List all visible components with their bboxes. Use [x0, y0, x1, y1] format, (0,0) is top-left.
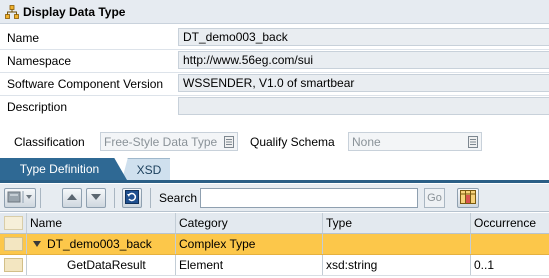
table-toolbar: Search Go	[0, 184, 549, 212]
select-all-cell[interactable]	[0, 213, 27, 233]
qualify-schema-label: Qualify Schema	[250, 135, 335, 149]
window-title: Display Data Type	[23, 4, 126, 19]
description-field[interactable]	[178, 97, 549, 115]
refresh-icon	[125, 189, 139, 207]
table-row[interactable]: DT_demo003_back Complex Type	[0, 234, 549, 255]
search-label: Search	[159, 191, 198, 205]
classification-value: Free-Style Data Type	[104, 135, 218, 149]
row-selector[interactable]	[0, 255, 27, 275]
qualify-schema-dropdown[interactable]: None	[348, 132, 482, 151]
classification-label: Classification	[14, 135, 85, 149]
classification-row: Classification Free-Style Data Type Qual…	[0, 132, 549, 152]
insert-row-icon	[7, 190, 33, 207]
move-down-button[interactable]	[86, 188, 106, 208]
dropdown-list-icon[interactable]	[222, 134, 236, 149]
move-down-icon	[90, 191, 102, 205]
name-cell: DT_demo003_back	[27, 234, 176, 254]
move-up-icon	[66, 191, 78, 205]
refresh-button[interactable]	[122, 188, 142, 208]
name-field[interactable]: DT_demo003_back	[178, 28, 549, 46]
namespace-field[interactable]: http://www.56eg.com/sui	[178, 51, 549, 69]
go-button[interactable]: Go	[424, 188, 445, 208]
type-cell	[323, 234, 471, 254]
tab-xsd[interactable]: XSD	[122, 158, 170, 180]
category-cell: Complex Type	[176, 234, 323, 254]
field-row-description: Description	[0, 96, 549, 118]
occurrence-cell	[471, 234, 549, 254]
qualify-schema-value: None	[352, 135, 381, 149]
tab-strip: XSD Type Definition	[0, 158, 549, 183]
table-settings-icon	[460, 189, 476, 207]
column-header-category[interactable]: Category	[176, 213, 323, 233]
table-settings-button[interactable]	[457, 188, 479, 208]
name-cell: GetDataResult	[27, 255, 176, 275]
namespace-label: Namespace	[7, 54, 72, 68]
occurrence-cell: 0..1	[474, 258, 495, 272]
column-header-occurrence[interactable]: Occurrence	[471, 213, 549, 233]
table-row[interactable]: GetDataResult Element xsd:string 0..1	[0, 255, 549, 276]
search-input[interactable]	[200, 188, 418, 208]
table-header-row: Name Category Type Occurrence	[0, 213, 549, 234]
column-header-type[interactable]: Type	[323, 213, 471, 233]
field-row-swcv: Software Component Version WSSENDER, V1.…	[0, 73, 549, 95]
category-cell: Element	[176, 255, 323, 275]
window-title-bar: Display Data Type	[0, 0, 549, 24]
name-label: Name	[7, 31, 40, 45]
datatype-hierarchy-icon	[5, 4, 19, 19]
description-label: Description	[7, 100, 68, 114]
row-selector[interactable]	[0, 234, 27, 254]
software-component-version-label: Software Component Version	[7, 77, 164, 91]
expand-triangle-icon[interactable]	[33, 241, 41, 247]
move-up-button[interactable]	[62, 188, 82, 208]
tab-type-definition[interactable]: Type Definition	[0, 158, 127, 180]
row-name: DT_demo003_back	[47, 237, 152, 251]
column-header-name[interactable]: Name	[27, 213, 176, 233]
type-cell: xsd:string	[323, 255, 471, 275]
field-row-name: Name DT_demo003_back	[0, 27, 549, 49]
insert-row-button[interactable]	[4, 188, 36, 208]
classification-dropdown[interactable]: Free-Style Data Type	[100, 132, 238, 151]
type-definition-table: Name Category Type Occurrence DT_demo003…	[0, 213, 549, 278]
dropdown-list-icon[interactable]	[466, 134, 480, 149]
software-component-version-field[interactable]: WSSENDER, V1.0 of smartbear	[178, 74, 549, 92]
field-row-namespace: Namespace http://www.56eg.com/sui	[0, 50, 549, 72]
